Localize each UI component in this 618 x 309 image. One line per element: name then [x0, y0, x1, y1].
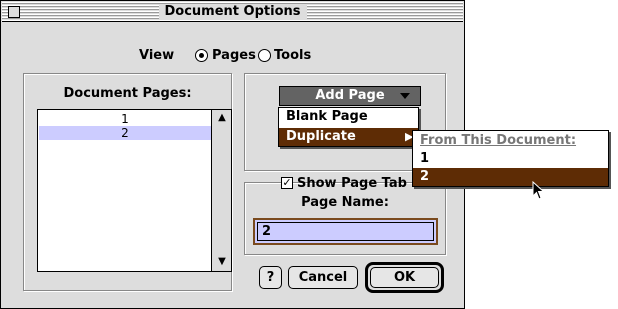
title-bar[interactable]: Document Options — [2, 2, 463, 22]
add-page-menu: Blank Page Duplicate ▶ — [278, 107, 419, 147]
page-name-label: Page Name: — [301, 195, 389, 210]
menu-item-duplicate[interactable]: Duplicate ▶ — [279, 128, 418, 146]
pages-radio[interactable] — [195, 49, 208, 62]
tools-radio[interactable] — [258, 49, 271, 62]
tools-radio-label[interactable]: Tools — [274, 48, 311, 63]
show-page-tab-label[interactable]: Show Page Tab — [297, 176, 412, 191]
scroll-up-arrow-icon[interactable]: ▲ — [216, 113, 228, 123]
menu-item-blank-page[interactable]: Blank Page — [279, 108, 418, 126]
document-pages-label: Document Pages: — [63, 86, 192, 101]
cancel-button[interactable]: Cancel — [288, 266, 358, 289]
mouse-pointer-icon — [532, 181, 545, 200]
document-pages-list[interactable]: 1 2 ▲ ▼ — [37, 109, 232, 272]
page-name-field-frame — [253, 218, 438, 245]
submenu-item-1[interactable]: 1 — [413, 150, 608, 168]
list-item[interactable]: 1 — [39, 112, 211, 126]
page-name-input[interactable] — [257, 222, 434, 241]
popup-arrow-icon — [400, 93, 410, 99]
pages-radio-label[interactable]: Pages — [212, 48, 256, 63]
help-button[interactable]: ? — [259, 266, 282, 289]
vertical-scrollbar[interactable]: ▲ ▼ — [211, 110, 231, 271]
ok-button[interactable]: OK — [370, 267, 439, 288]
window-title: Document Options — [2, 4, 463, 20]
add-page-popup-button[interactable]: Add Page — [279, 86, 421, 106]
show-page-tab-checkbox[interactable]: ✓ — [281, 177, 293, 189]
view-label: View — [139, 48, 175, 63]
scroll-down-arrow-icon[interactable]: ▼ — [216, 257, 228, 267]
list-item-selected[interactable]: 2 — [39, 126, 211, 140]
duplicate-submenu: From This Document: 1 2 — [412, 130, 609, 187]
submenu-header: From This Document: — [420, 133, 577, 148]
submenu-item-2[interactable]: 2 — [413, 168, 608, 186]
document-options-dialog: Document Options View Pages Tools Docume… — [0, 0, 465, 309]
